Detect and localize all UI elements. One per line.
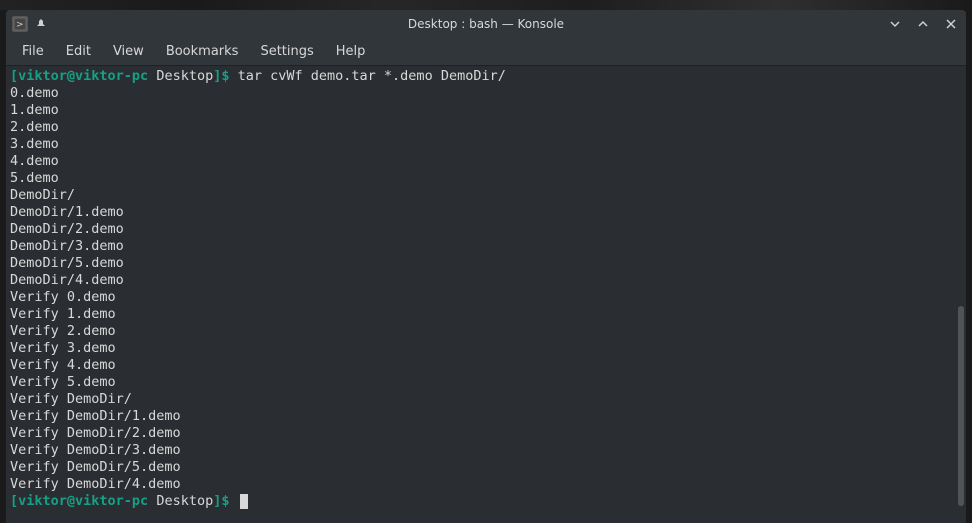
- output-line: Verify DemoDir/4.demo: [10, 476, 962, 493]
- output-line: Verify 5.demo: [10, 374, 962, 391]
- output-line: Verify 1.demo: [10, 306, 962, 323]
- menu-bookmarks[interactable]: Bookmarks: [156, 40, 249, 63]
- output-line: Verify DemoDir/: [10, 391, 962, 408]
- output-line: 1.demo: [10, 102, 962, 119]
- output-line: DemoDir/3.demo: [10, 238, 962, 255]
- output-line: 5.demo: [10, 170, 962, 187]
- close-button[interactable]: [942, 15, 960, 33]
- menu-settings[interactable]: Settings: [250, 40, 323, 63]
- terminal-content: [viktor@viktor-pc Desktop]$ tar cvWf dem…: [10, 68, 962, 510]
- output-line: 0.demo: [10, 85, 962, 102]
- menu-edit[interactable]: Edit: [56, 40, 101, 63]
- titlebar[interactable]: > Desktop : bash — Konsole: [6, 10, 966, 38]
- terminal-area[interactable]: [viktor@viktor-pc Desktop]$ tar cvWf dem…: [6, 66, 966, 523]
- desktop-background: [0, 0, 972, 10]
- maximize-button[interactable]: [914, 15, 932, 33]
- output-line: DemoDir/1.demo: [10, 204, 962, 221]
- output-line: Verify DemoDir/1.demo: [10, 408, 962, 425]
- output-line: Verify 2.demo: [10, 323, 962, 340]
- prompt-bracket-open: [: [10, 493, 18, 509]
- output-line: DemoDir/5.demo: [10, 255, 962, 272]
- output-line: Verify 0.demo: [10, 289, 962, 306]
- output-line: DemoDir/: [10, 187, 962, 204]
- prompt-symbol: $: [221, 68, 229, 84]
- window-controls: [886, 15, 960, 33]
- menu-file[interactable]: File: [12, 40, 54, 63]
- konsole-window: > Desktop : bash — Konsole File Edit Vie…: [6, 10, 966, 523]
- output-line: 3.demo: [10, 136, 962, 153]
- prompt-bracket-open: [: [10, 68, 18, 84]
- output-line: DemoDir/2.demo: [10, 221, 962, 238]
- cursor: [240, 494, 248, 509]
- output-line: DemoDir/4.demo: [10, 272, 962, 289]
- command-text: tar cvWf demo.tar *.demo DemoDir/: [230, 68, 506, 84]
- menu-help[interactable]: Help: [326, 40, 376, 63]
- prompt-user-host: viktor@viktor-pc: [18, 493, 148, 509]
- scrollbar[interactable]: [958, 306, 964, 506]
- prompt-cwd: Desktop: [148, 493, 213, 509]
- output-line: Verify 3.demo: [10, 340, 962, 357]
- output-line: 4.demo: [10, 153, 962, 170]
- pin-icon[interactable]: [34, 17, 48, 31]
- minimize-button[interactable]: [886, 15, 904, 33]
- output-line: Verify DemoDir/2.demo: [10, 425, 962, 442]
- app-icon: >: [12, 16, 28, 32]
- prompt-user-host: viktor@viktor-pc: [18, 68, 148, 84]
- svg-text:>: >: [16, 20, 24, 30]
- output-line: 2.demo: [10, 119, 962, 136]
- menubar: File Edit View Bookmarks Settings Help: [6, 38, 966, 66]
- output-line: Verify DemoDir/3.demo: [10, 442, 962, 459]
- prompt-cwd: Desktop: [148, 68, 213, 84]
- titlebar-left: >: [12, 16, 48, 32]
- prompt-symbol: $: [221, 493, 229, 509]
- output-line: Verify DemoDir/5.demo: [10, 459, 962, 476]
- menu-view[interactable]: View: [103, 40, 154, 63]
- output-line: Verify 4.demo: [10, 357, 962, 374]
- window-title: Desktop : bash — Konsole: [408, 17, 564, 31]
